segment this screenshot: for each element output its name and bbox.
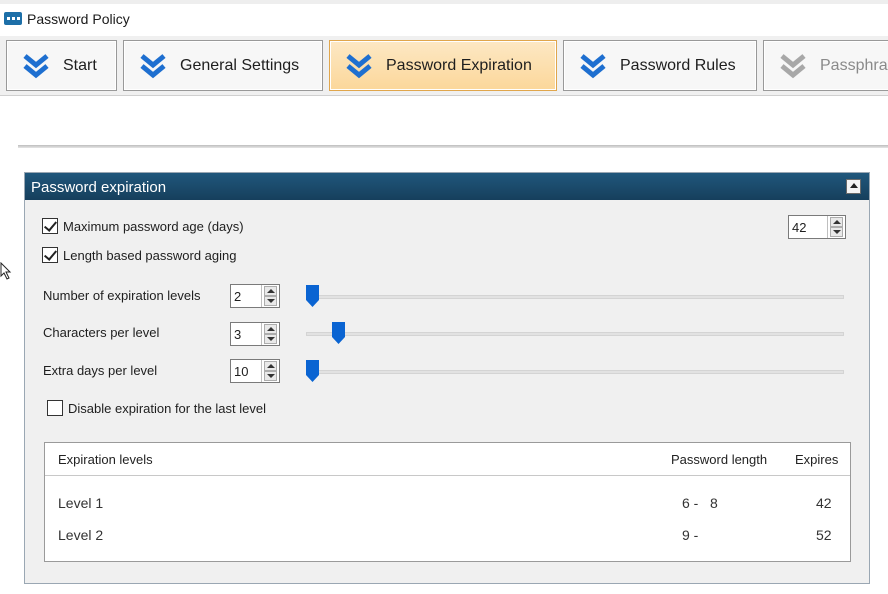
max-age-label: Maximum password age (days) [63, 218, 244, 234]
chars-per-level-value: 3 [234, 327, 242, 342]
top-strip [0, 0, 888, 4]
column-header-expires[interactable]: Expires [795, 452, 838, 467]
double-chevron-down-icon [23, 53, 49, 78]
expiration-levels-value: 2 [234, 289, 242, 304]
slider-track [306, 370, 844, 374]
checkbox-checked-icon [42, 247, 58, 263]
length-cell: 6 - 8 [682, 495, 718, 511]
expiration-levels-label: Number of expiration levels [43, 288, 201, 303]
level-cell: Level 1 [58, 495, 104, 511]
column-header-level[interactable]: Expiration levels [58, 452, 153, 467]
max-age-value: 42 [792, 220, 807, 235]
spin-down-icon[interactable] [264, 334, 277, 344]
spin-up-icon[interactable] [830, 217, 843, 227]
tab-password-expiration-label: Password Expiration [386, 56, 532, 74]
disable-last-label: Disable expiration for the last level [68, 400, 266, 416]
extra-days-value: 10 [234, 364, 249, 379]
slider-track [306, 295, 844, 299]
tab-password-rules-label: Password Rules [620, 56, 736, 74]
spin-down-icon[interactable] [264, 371, 277, 381]
spinner-buttons [261, 323, 279, 345]
chars-per-level-slider[interactable] [306, 322, 844, 346]
tab-passphrase-label: Passphrase [820, 56, 888, 74]
max-age-spinner[interactable]: 42 [788, 215, 846, 239]
spinner-buttons [261, 285, 279, 307]
spin-down-icon[interactable] [830, 227, 843, 237]
tab-passphrase[interactable]: Passphrase [763, 40, 888, 91]
checkbox-unchecked-icon [47, 400, 63, 416]
table-header: Expiration levels Password length Expire… [45, 443, 850, 476]
column-header-length[interactable]: Password length [671, 452, 767, 467]
slider-track [306, 332, 844, 336]
spin-up-icon[interactable] [264, 361, 277, 371]
mouse-cursor-icon [0, 262, 12, 280]
length-cell: 9 - [682, 527, 699, 543]
collapse-button[interactable] [846, 179, 861, 194]
password-expiration-panel: Password expiration Maximum password age… [24, 172, 870, 584]
extra-days-label: Extra days per level [43, 363, 158, 378]
max-age-checkbox[interactable]: Maximum password age (days) [42, 218, 244, 234]
double-chevron-down-icon [140, 53, 166, 78]
panel-title: Password expiration [31, 179, 167, 196]
length-aging-label: Length based password aging [63, 247, 237, 263]
length-aging-checkbox[interactable]: Length based password aging [42, 247, 236, 263]
wizard-tab-bar: Start General Settings Password Expirati… [0, 36, 888, 96]
tab-password-expiration[interactable]: Password Expiration [329, 40, 557, 91]
chars-per-level-label: Characters per level [43, 325, 160, 340]
tab-start-label: Start [63, 56, 97, 74]
double-chevron-down-icon [580, 53, 606, 78]
app-icon [4, 12, 22, 25]
tab-password-rules[interactable]: Password Rules [563, 40, 757, 91]
level-cell: Level 2 [58, 527, 104, 543]
double-chevron-down-icon [346, 53, 372, 78]
chars-per-level-spinner[interactable]: 3 [230, 322, 280, 346]
extra-days-slider[interactable] [306, 360, 844, 384]
spinner-buttons [261, 360, 279, 382]
spin-up-icon[interactable] [264, 286, 277, 296]
slider-thumb[interactable] [306, 360, 319, 382]
extra-days-spinner[interactable]: 10 [230, 359, 280, 383]
spin-up-icon[interactable] [264, 324, 277, 334]
disable-last-checkbox[interactable]: Disable expiration for the last level [47, 400, 266, 416]
expires-cell: 52 [816, 527, 832, 543]
panel-header: Password expiration [25, 173, 869, 200]
divider [18, 145, 888, 148]
spinner-buttons [827, 216, 845, 238]
expiration-levels-spinner[interactable]: 2 [230, 284, 280, 308]
title-bar: Password Policy [0, 0, 888, 36]
checkbox-checked-icon [42, 218, 58, 234]
tab-general-settings[interactable]: General Settings [123, 40, 323, 91]
tab-general-settings-label: General Settings [180, 56, 300, 74]
tab-start[interactable]: Start [6, 40, 117, 91]
expiration-levels-slider[interactable] [306, 285, 844, 309]
expires-cell: 42 [816, 495, 832, 511]
slider-thumb[interactable] [332, 322, 345, 344]
slider-thumb[interactable] [306, 285, 319, 307]
window-title: Password Policy [27, 11, 130, 27]
double-chevron-down-icon [780, 53, 806, 78]
spin-down-icon[interactable] [264, 296, 277, 306]
expiration-levels-table: Expiration levels Password length Expire… [44, 442, 851, 562]
